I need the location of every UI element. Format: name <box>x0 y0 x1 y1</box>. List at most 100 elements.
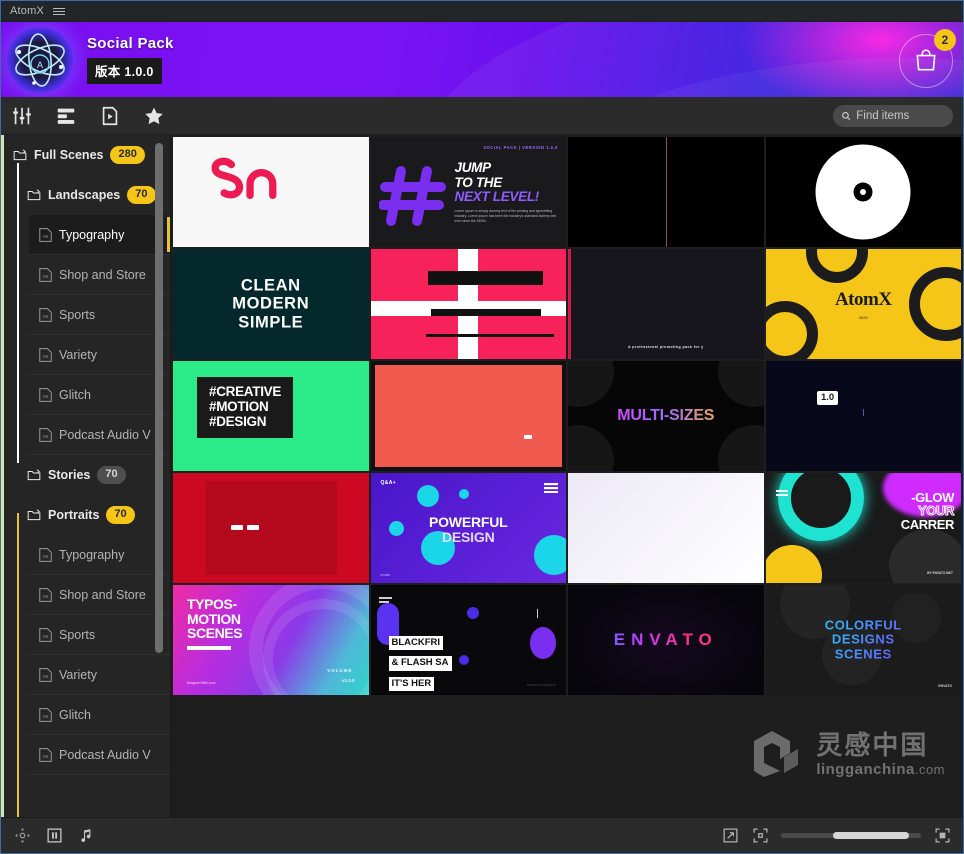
thumbnail-item[interactable]: TYPOS- MOTION SCENES Designed With Love … <box>173 585 369 695</box>
zoom-slider-handle[interactable] <box>833 832 909 839</box>
thumbnail-item[interactable]: AtomX 2020 <box>765 249 961 359</box>
media-file-icon[interactable] <box>97 103 123 129</box>
cart-count-badge: 2 <box>934 29 956 51</box>
sidebar-item-podcast-audio-v[interactable]: AE Podcast Audio V <box>29 735 170 775</box>
hamburger-icon[interactable] <box>53 7 66 15</box>
sidebar-item-label: Typography <box>59 547 125 562</box>
sidebar-folder-portraits[interactable]: Portraits 70 <box>1 495 170 535</box>
cart-button[interactable]: 2 <box>899 29 956 88</box>
svg-text:AE: AE <box>43 754 49 759</box>
thumbnail-item[interactable] <box>173 137 369 247</box>
sidebar-folder-label: Landscapes <box>48 188 121 202</box>
thumbnail-item[interactable]: COLORFUL DESIGNS SCENES ENVATO <box>765 585 961 695</box>
ae-file-icon: AE <box>39 227 52 242</box>
svg-text:AE: AE <box>43 634 49 639</box>
sidebar-folder-full-scenes[interactable]: Full Scenes 280 <box>1 135 170 175</box>
thumbnail-item[interactable]: A professional promoting pack for y <box>568 249 764 359</box>
ae-file-icon: AE <box>39 667 52 682</box>
sidebar-item-label: Podcast Audio V <box>59 427 151 442</box>
zoom-slider[interactable] <box>781 832 921 839</box>
sidebar-item-typography[interactable]: AE Typography <box>29 535 170 575</box>
ae-file-icon: AE <box>39 427 52 442</box>
sidebar-item-sports[interactable]: AE Sports <box>29 295 170 335</box>
thumbnail-item[interactable]: -GLOW YOUR CARRER BY ENVATO MKT <box>765 473 961 583</box>
thumbnail-grid-pane: SOCIAL PACK | VERSION 1.0.0 JUMP TO THE … <box>171 135 963 817</box>
thumbnail-item[interactable] <box>765 361 961 471</box>
fit-frame-icon[interactable] <box>751 827 769 845</box>
sidebar-item-label: Glitch <box>59 707 91 722</box>
search-box[interactable] <box>833 104 953 127</box>
sidebar-scrollbar-thumb[interactable] <box>155 143 163 653</box>
sidebar-folder-landscapes[interactable]: Landscapes 70 <box>1 175 170 215</box>
thumbnail-item[interactable]: #CREATIVE #MOTION #DESIGN <box>173 361 369 471</box>
sidebar-item-label: Sports <box>59 627 96 642</box>
ae-file-icon: AE <box>39 547 52 562</box>
version-badge: 版本 1.0.0 <box>87 58 162 84</box>
sidebar-item-variety[interactable]: AE Variety <box>29 335 170 375</box>
thumbnail-item[interactable]: SOCIAL PACK | VERSION 1.0.0 JUMP TO THE … <box>370 137 566 247</box>
pause-icon[interactable] <box>45 827 63 845</box>
ae-file-icon: AE <box>39 267 52 282</box>
thumbnail-item[interactable]: CLEAN MODERN SIMPLE <box>173 249 369 359</box>
sidebar-folder-label: Full Scenes <box>34 148 104 162</box>
item-version-badge: 1.0 <box>817 391 839 405</box>
sidebar-tree[interactable]: Full Scenes 280 Landscapes 70 AE Typography… <box>1 135 170 817</box>
music-note-icon[interactable] <box>77 827 95 845</box>
search-icon <box>842 111 851 120</box>
sidebar-folder-stories[interactable]: Stories 70 <box>1 455 170 495</box>
actual-size-icon[interactable] <box>933 827 951 845</box>
folder-icon <box>13 149 27 161</box>
sidebar-item-label: Sports <box>59 307 96 322</box>
sidebar-folder-label: Stories <box>48 468 91 482</box>
watermark: 灵感中国 lingganchina.com <box>750 729 945 779</box>
thumbnail-item[interactable] <box>568 137 764 247</box>
svg-text:AE: AE <box>43 354 49 359</box>
sidebar-item-typography[interactable]: AE Typography <box>29 215 170 255</box>
search-input[interactable] <box>856 109 945 122</box>
ae-file-icon: AE <box>39 747 52 762</box>
thumbnail-item[interactable] <box>765 137 961 247</box>
sidebar-item-label: Variety <box>59 667 97 682</box>
svg-text:AE: AE <box>43 674 49 679</box>
thumbnail-item[interactable] <box>173 473 369 583</box>
sidebar-item-glitch[interactable]: AE Glitch <box>29 695 170 735</box>
panel-menubar: AtomX <box>1 1 963 22</box>
ae-file-icon: AE <box>39 307 52 322</box>
toolbar <box>1 97 963 135</box>
sidebar-item-podcast-audio-v[interactable]: AE Podcast Audio V <box>29 415 170 455</box>
watermark-logo-icon <box>754 731 799 777</box>
thumbnail-item[interactable]: MULTI-SIZES <box>568 361 764 471</box>
thumbnail-item[interactable] <box>370 361 566 471</box>
ae-file-icon: AE <box>39 707 52 722</box>
sidebar-item-shop-and-store[interactable]: AE Shop and Store <box>29 575 170 615</box>
thumbnail-item[interactable]: ENVATO <box>568 585 764 695</box>
sidebar-item-label: Shop and Store <box>59 267 146 282</box>
svg-text:AE: AE <box>43 234 49 239</box>
svg-text:AE: AE <box>43 314 49 319</box>
svg-text:A: A <box>37 60 43 70</box>
sidebar-item-label: Variety <box>59 347 97 362</box>
pan-move-icon[interactable] <box>13 827 31 845</box>
ae-file-icon: AE <box>39 387 52 402</box>
thumbnail-item[interactable]: BLACKFRI & FLASH SA IT'S HER ENVATO ELEM… <box>370 585 566 695</box>
favorites-star-icon[interactable] <box>141 103 167 129</box>
folder-icon <box>27 189 41 201</box>
pack-title: Social Pack <box>87 35 174 52</box>
list-view-icon[interactable] <box>53 103 79 129</box>
sidebar-item-variety[interactable]: AE Variety <box>29 655 170 695</box>
sidebar-item-shop-and-store[interactable]: AE Shop and Store <box>29 255 170 295</box>
thumbnail-item[interactable]: Q&A+ POWERFUL DESIGN envato <box>370 473 566 583</box>
sidebar-item-sports[interactable]: AE Sports <box>29 615 170 655</box>
thumbnail-item[interactable] <box>370 249 566 359</box>
expand-diagonal-icon[interactable] <box>721 827 739 845</box>
thumbnail-item[interactable] <box>568 473 764 583</box>
sidebar-item-label: Glitch <box>59 387 91 402</box>
sidebar-item-label: Typography <box>59 227 125 242</box>
sidebar-item-glitch[interactable]: AE Glitch <box>29 375 170 415</box>
filters-icon[interactable] <box>9 103 35 129</box>
svg-text:AE: AE <box>43 594 49 599</box>
ae-file-icon: AE <box>39 587 52 602</box>
thumbnail-grid: SOCIAL PACK | VERSION 1.0.0 JUMP TO THE … <box>173 137 961 695</box>
folder-icon <box>27 469 41 481</box>
statusbar-right-controls <box>721 827 951 845</box>
